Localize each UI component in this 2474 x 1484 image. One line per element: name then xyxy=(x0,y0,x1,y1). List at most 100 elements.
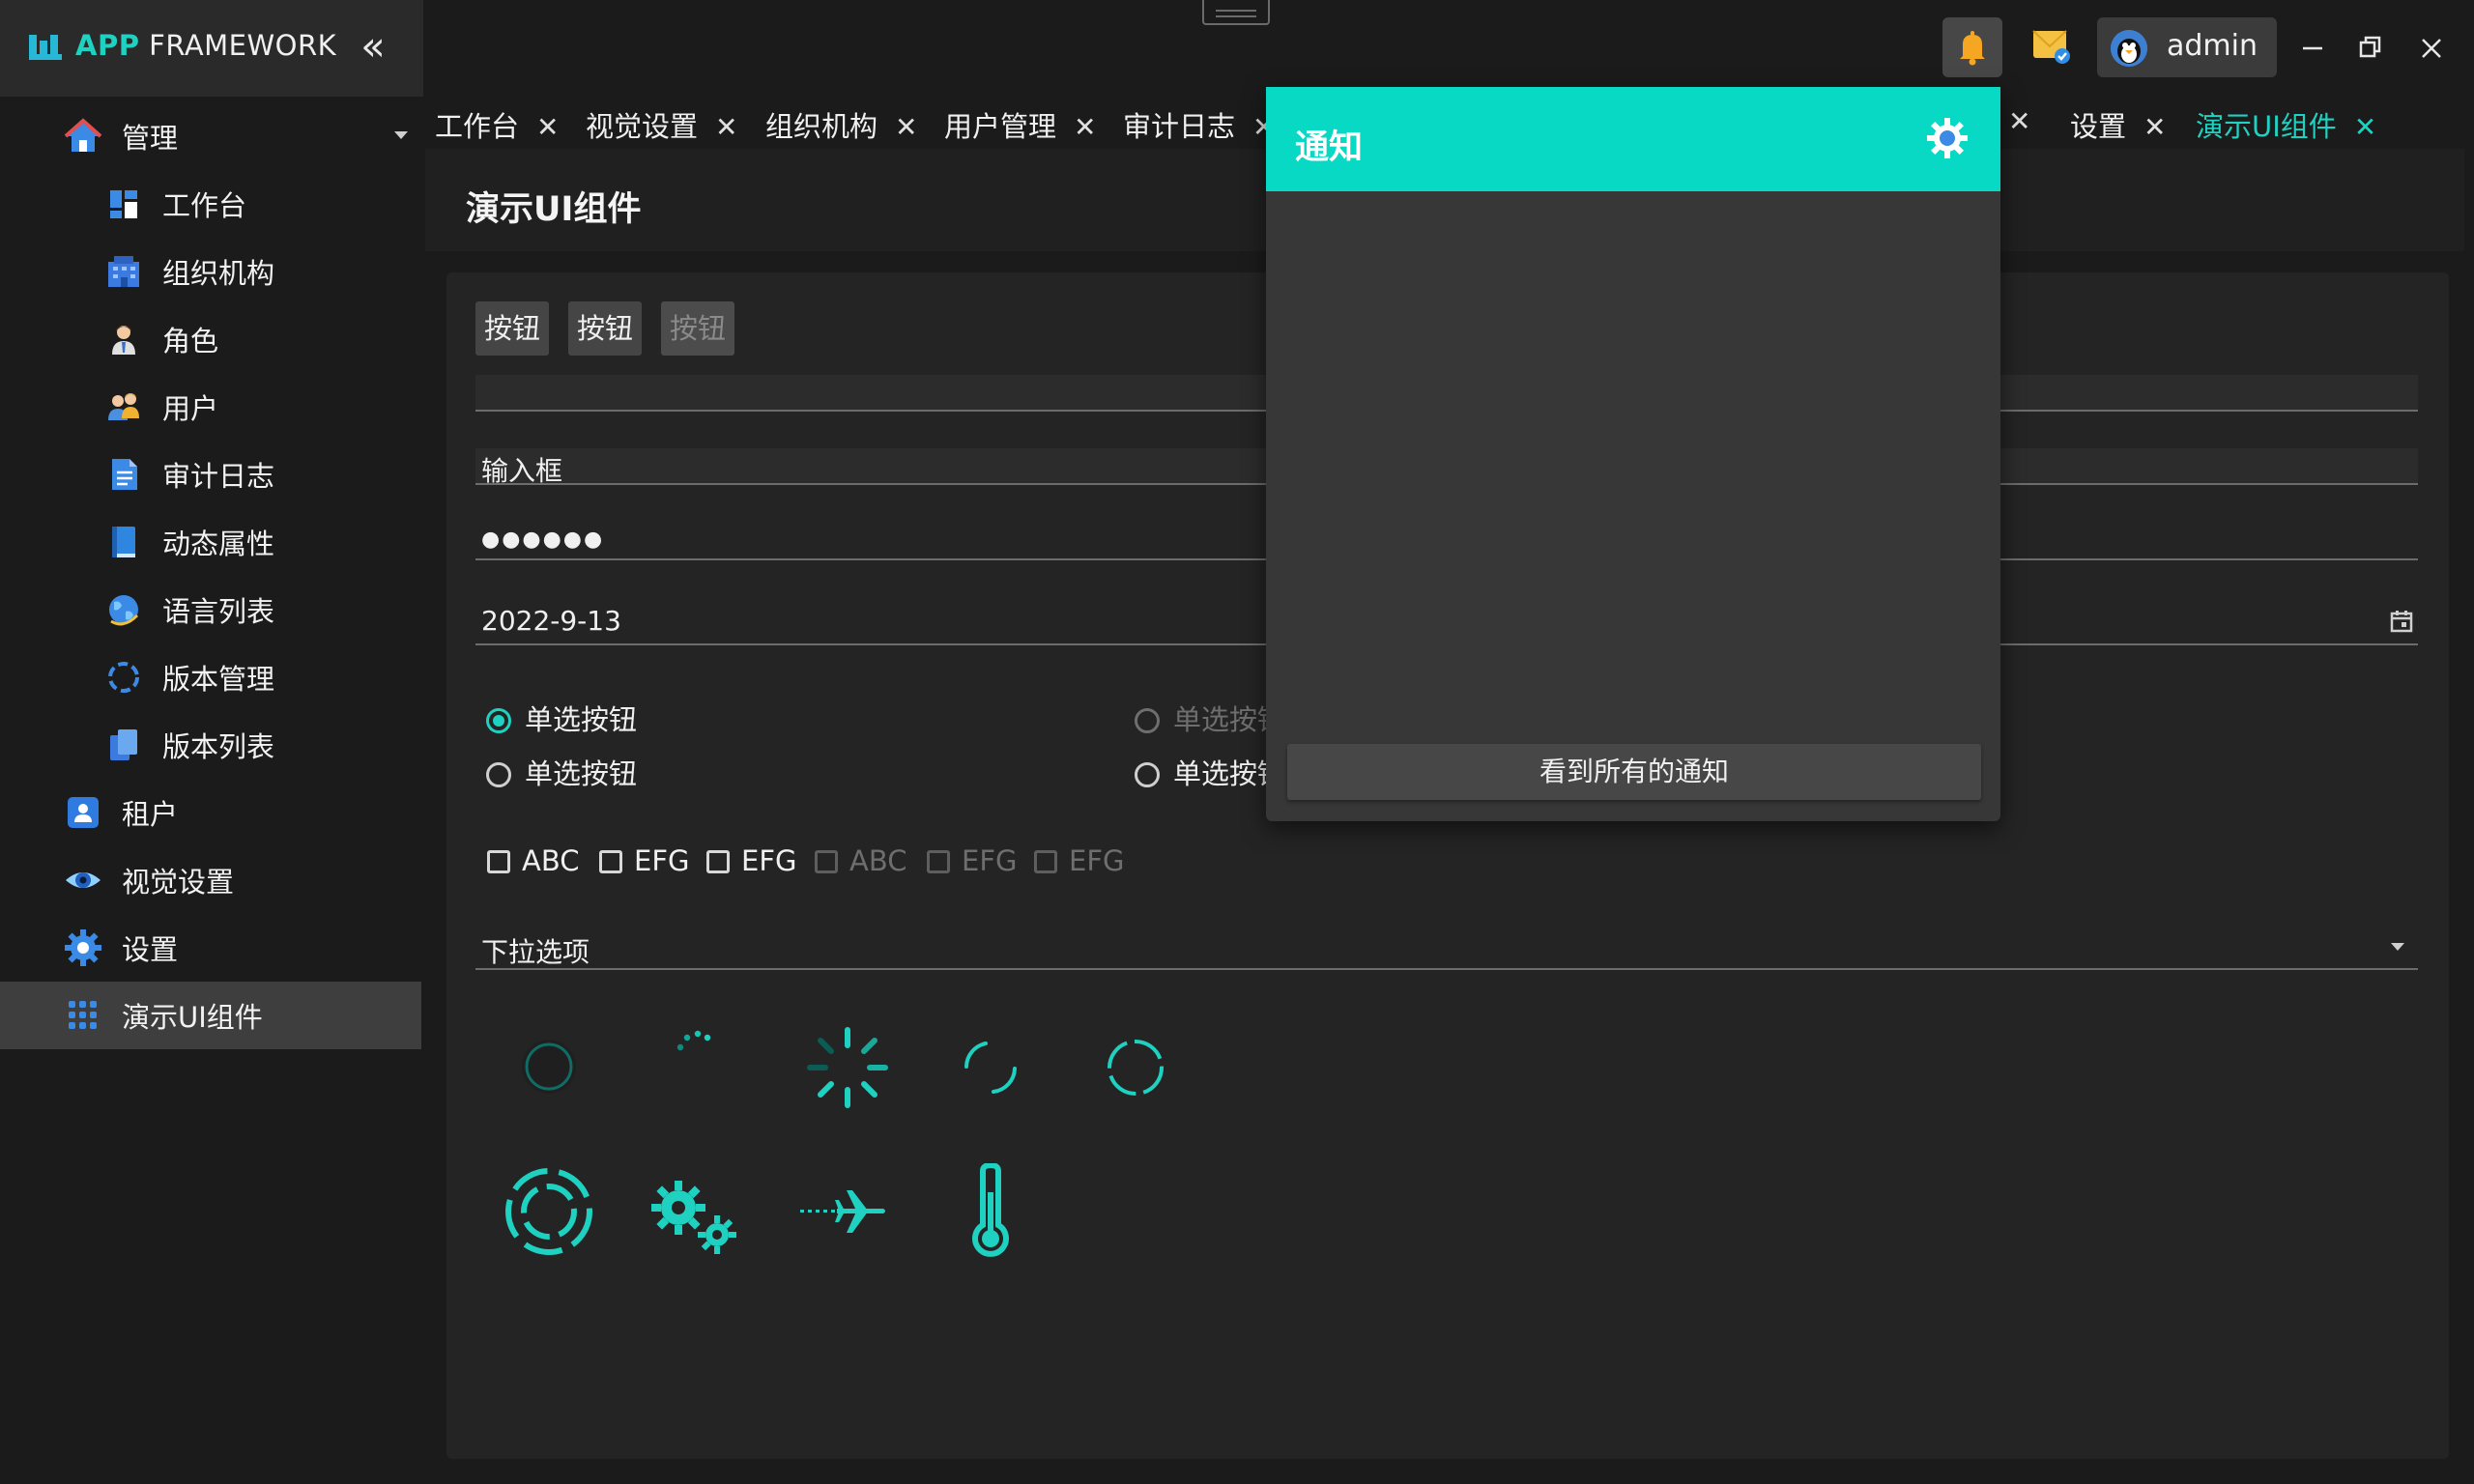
checkbox-box xyxy=(815,850,838,873)
checkbox-label: EFG xyxy=(962,844,1018,877)
checkbox-1[interactable]: ABC xyxy=(487,844,579,877)
loading-arc-icon xyxy=(964,1042,1017,1094)
loading-dashed-circle-icon xyxy=(505,1168,592,1255)
dropdown-select[interactable]: 下拉选项 xyxy=(475,926,2418,970)
tab-label: 组织机构 xyxy=(765,110,878,143)
radio-label: 单选按钮 xyxy=(525,757,638,790)
brand-bar: APP FRAMEWORK « xyxy=(0,0,423,97)
app-title: APP FRAMEWORK xyxy=(75,29,336,62)
tab-close-icon[interactable]: ✕ xyxy=(2008,105,2030,137)
loading-double-arc-icon xyxy=(1108,1040,1164,1096)
checkbox-4: ABC xyxy=(815,844,906,877)
app-logo-icon xyxy=(29,35,62,60)
checkbox-5: EFG xyxy=(927,844,1017,877)
tab-user-management[interactable]: 用户管理 ✕ xyxy=(944,104,1096,155)
grid-icon xyxy=(64,996,102,1035)
calendar-icon[interactable] xyxy=(2389,609,2414,634)
radio-button-4[interactable]: 单选按钮 xyxy=(1135,752,1285,792)
notification-settings-icon[interactable] xyxy=(1925,116,1970,160)
radio-indicator xyxy=(1135,762,1160,787)
radio-indicator xyxy=(1135,708,1160,733)
demo-button-2[interactable]: 按钮 xyxy=(568,301,642,356)
book-icon xyxy=(104,523,143,561)
sidebar-item-manage[interactable]: 管理 xyxy=(0,102,423,170)
radio-button-1[interactable]: 单选按钮 xyxy=(486,698,637,738)
minimize-icon xyxy=(2303,46,2322,50)
eye-icon xyxy=(64,861,102,899)
collapse-sidebar-button[interactable]: « xyxy=(354,26,392,70)
restore-button[interactable] xyxy=(2351,27,2390,70)
dashboard-icon xyxy=(104,185,143,223)
tab-close-icon[interactable]: ✕ xyxy=(2143,111,2166,143)
message-icon xyxy=(2032,30,2070,64)
user-name: admin xyxy=(2167,29,2258,63)
sidebar-item-label: 工作台 xyxy=(162,189,247,222)
sidebar-item-users[interactable]: 用户 xyxy=(0,373,423,441)
password-value: ●●●●●● xyxy=(481,528,605,552)
checkbox-3[interactable]: EFG xyxy=(706,844,796,877)
checkbox-label: ABC xyxy=(522,844,580,877)
sidebar-item-role[interactable]: 角色 xyxy=(0,305,423,373)
sidebar-item-label: 语言列表 xyxy=(162,595,275,628)
sidebar-item-version-list[interactable]: 版本列表 xyxy=(0,711,423,779)
sidebar-item-settings[interactable]: 设置 xyxy=(0,914,423,982)
view-all-notifications-button[interactable]: 看到所有的通知 xyxy=(1287,744,1981,800)
chevron-down-icon[interactable] xyxy=(2391,943,2404,951)
tab-demo-ui[interactable]: 演示UI组件 ✕ xyxy=(2184,104,2389,155)
checkbox-label: EFG xyxy=(1069,844,1125,877)
sidebar-item-version-management[interactable]: 版本管理 xyxy=(0,643,423,711)
notification-button[interactable] xyxy=(1942,17,2002,77)
tab-organization[interactable]: 组织机构 ✕ xyxy=(765,104,917,155)
notification-title: 通知 xyxy=(1295,128,1364,167)
sidebar-item-visual-settings[interactable]: 视觉设置 xyxy=(0,846,423,914)
radio-label: 单选按钮 xyxy=(525,703,638,736)
demo-button-1[interactable]: 按钮 xyxy=(475,301,549,356)
tab-label: 演示UI组件 xyxy=(2196,110,2337,143)
tab-label: 视觉设置 xyxy=(586,110,699,143)
message-button[interactable] xyxy=(2022,17,2082,77)
tab-visual-settings[interactable]: 视觉设置 ✕ xyxy=(586,104,737,155)
sidebar-item-demo-ui[interactable]: 演示UI组件 xyxy=(0,982,421,1049)
window-drag-handle[interactable] xyxy=(1202,0,1270,25)
sidebar-item-tenant[interactable]: 租户 xyxy=(0,779,423,846)
sidebar-item-label: 演示UI组件 xyxy=(122,1001,263,1034)
radio-indicator xyxy=(486,708,511,733)
thermometer-icon xyxy=(972,1163,1009,1257)
chevron-down-icon xyxy=(394,131,408,139)
date-value: 2022-9-13 xyxy=(481,605,621,637)
sidebar-item-dynamic-properties[interactable]: 动态属性 xyxy=(0,508,423,576)
sidebar-item-audit-log[interactable]: 审计日志 xyxy=(0,441,423,508)
demo-button-disabled: 按钮 xyxy=(661,301,734,356)
checkbox-box xyxy=(487,850,510,873)
document-icon xyxy=(104,455,143,494)
user-menu-button[interactable]: admin xyxy=(2097,17,2277,77)
sidebar-item-workbench[interactable]: 工作台 xyxy=(0,170,423,238)
tab-close-icon[interactable]: ✕ xyxy=(536,111,559,143)
sidebar-item-label: 租户 xyxy=(122,798,179,831)
tab-close-icon[interactable]: ✕ xyxy=(1074,111,1096,143)
sidebar: APP FRAMEWORK « 管理 工作台 组织机构 角色 用户 审计日志 动… xyxy=(0,0,423,1484)
gear-icon xyxy=(64,928,102,967)
restore-icon xyxy=(2359,36,2381,58)
copy-icon xyxy=(104,726,143,764)
checkbox-6: EFG xyxy=(1034,844,1124,877)
bell-icon xyxy=(1960,31,1985,66)
sidebar-item-organization[interactable]: 组织机构 xyxy=(0,238,423,305)
tab-workbench[interactable]: 工作台 ✕ xyxy=(435,104,559,155)
checkbox-2[interactable]: EFG xyxy=(599,844,689,877)
labeled-input-value: 输入框 xyxy=(481,455,563,487)
tab-close-icon[interactable]: ✕ xyxy=(2354,111,2376,143)
tab-close-icon[interactable]: ✕ xyxy=(895,111,917,143)
tab-settings[interactable]: 设置 ✕ xyxy=(2070,104,2166,155)
radio-button-2[interactable]: 单选按钮 xyxy=(486,752,637,792)
avatar xyxy=(2111,30,2147,67)
sidebar-item-language-list[interactable]: 语言列表 xyxy=(0,576,423,643)
tab-audit-log[interactable]: 审计日志 ✕ xyxy=(1123,104,1275,155)
sidebar-item-label: 版本管理 xyxy=(162,663,275,696)
tenant-icon xyxy=(64,793,102,832)
minimize-button[interactable] xyxy=(2293,27,2332,70)
dropdown-value: 下拉选项 xyxy=(481,936,590,968)
tab-close-icon[interactable]: ✕ xyxy=(715,111,737,143)
sidebar-nav: 管理 工作台 组织机构 角色 用户 审计日志 动态属性 语言列表 版本管理 版本… xyxy=(0,102,423,1049)
close-window-button[interactable] xyxy=(2412,27,2451,70)
